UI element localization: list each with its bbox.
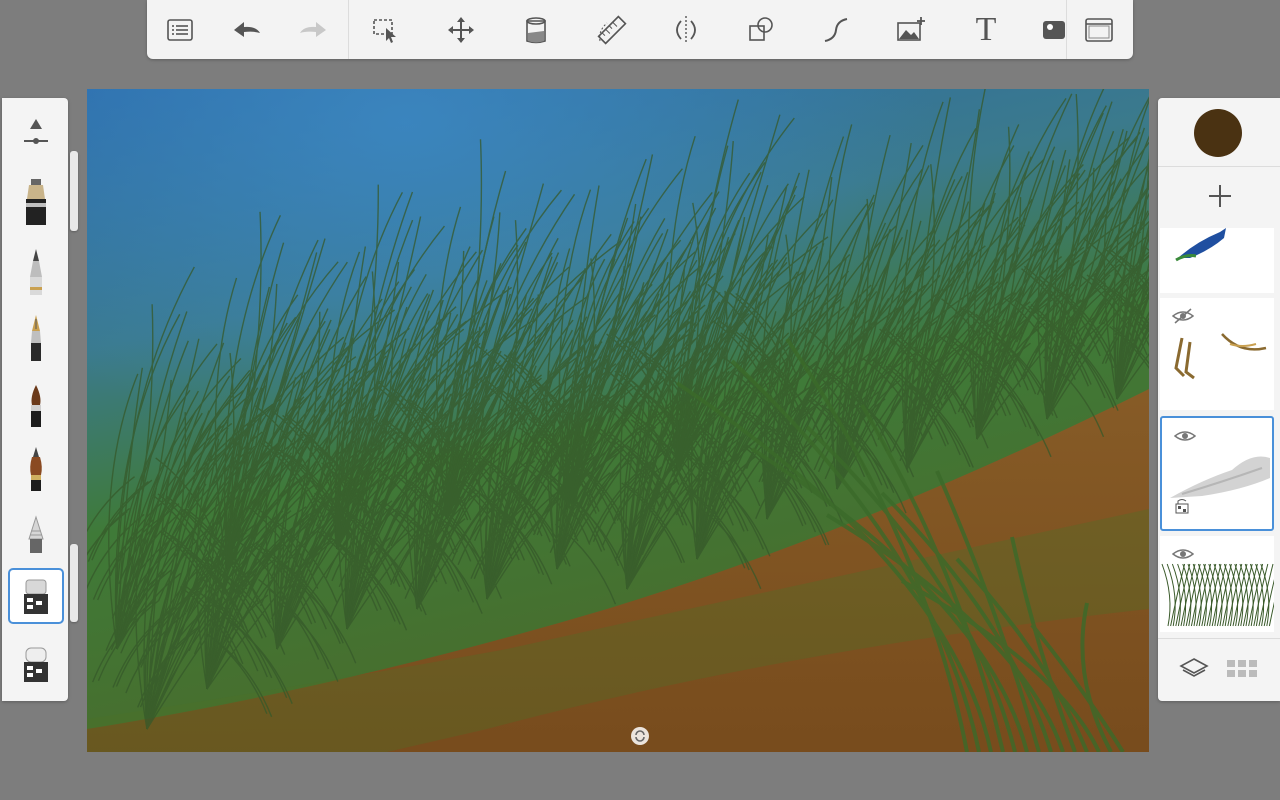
canvas-artwork	[87, 89, 1149, 752]
curve-icon[interactable]	[816, 10, 856, 50]
add-layer-button[interactable]	[1204, 180, 1236, 212]
grid-icon[interactable]	[1226, 653, 1258, 685]
brush-scroll-handle-top[interactable]	[70, 151, 78, 231]
brush-palette	[2, 98, 68, 701]
symmetry-icon[interactable]	[666, 10, 706, 50]
plus-icon	[1209, 185, 1231, 207]
text-icon[interactable]: T	[966, 10, 1006, 50]
bird-thumbnail	[1175, 228, 1226, 262]
paintbrush-icon[interactable]	[8, 376, 64, 432]
selection-icon[interactable]	[365, 10, 405, 50]
eraser-icon[interactable]	[8, 568, 64, 624]
current-color-swatch[interactable]	[1194, 109, 1242, 157]
layer-thumbnail-sketch[interactable]	[1160, 298, 1274, 410]
airbrush-icon[interactable]	[8, 440, 64, 496]
layer-stack-icon[interactable]	[1178, 653, 1210, 685]
layer-thumbnail-bird[interactable]	[1160, 228, 1274, 293]
layer-panel	[1158, 98, 1280, 701]
sketch-thumbnail	[1174, 333, 1267, 380]
bucket-icon[interactable]	[516, 10, 556, 50]
ink-pen-icon[interactable]	[8, 310, 64, 366]
rotate-icon	[635, 730, 645, 742]
fullscreen-icon[interactable]	[1079, 10, 1119, 50]
text-tool-label: T	[975, 11, 997, 48]
lock-alpha-icon[interactable]	[1174, 498, 1190, 514]
eraser-soft-icon[interactable]	[8, 636, 64, 692]
top-toolbar: T	[147, 0, 1133, 59]
grass-thumbnail	[1161, 563, 1274, 627]
brush-size-icon[interactable]	[8, 102, 64, 158]
image-add-icon[interactable]	[891, 10, 931, 50]
list-icon[interactable]	[160, 10, 200, 50]
chisel-icon[interactable]	[8, 508, 64, 564]
canvas-rotate-handle[interactable]	[631, 727, 649, 745]
drawing-canvas[interactable]	[87, 89, 1149, 752]
brush-scroll-handle-bottom[interactable]	[70, 544, 78, 622]
marker-icon[interactable]	[8, 174, 64, 230]
pencil-icon[interactable]	[8, 244, 64, 300]
move-icon[interactable]	[441, 10, 481, 50]
undo-icon[interactable]	[227, 10, 267, 50]
redo-icon[interactable]	[293, 10, 333, 50]
shapes-icon[interactable]	[741, 10, 781, 50]
layer-thumbnail-cloud[interactable]	[1160, 416, 1274, 531]
ruler-icon[interactable]	[592, 10, 632, 50]
layer-thumbnail-grass[interactable]	[1160, 536, 1274, 632]
